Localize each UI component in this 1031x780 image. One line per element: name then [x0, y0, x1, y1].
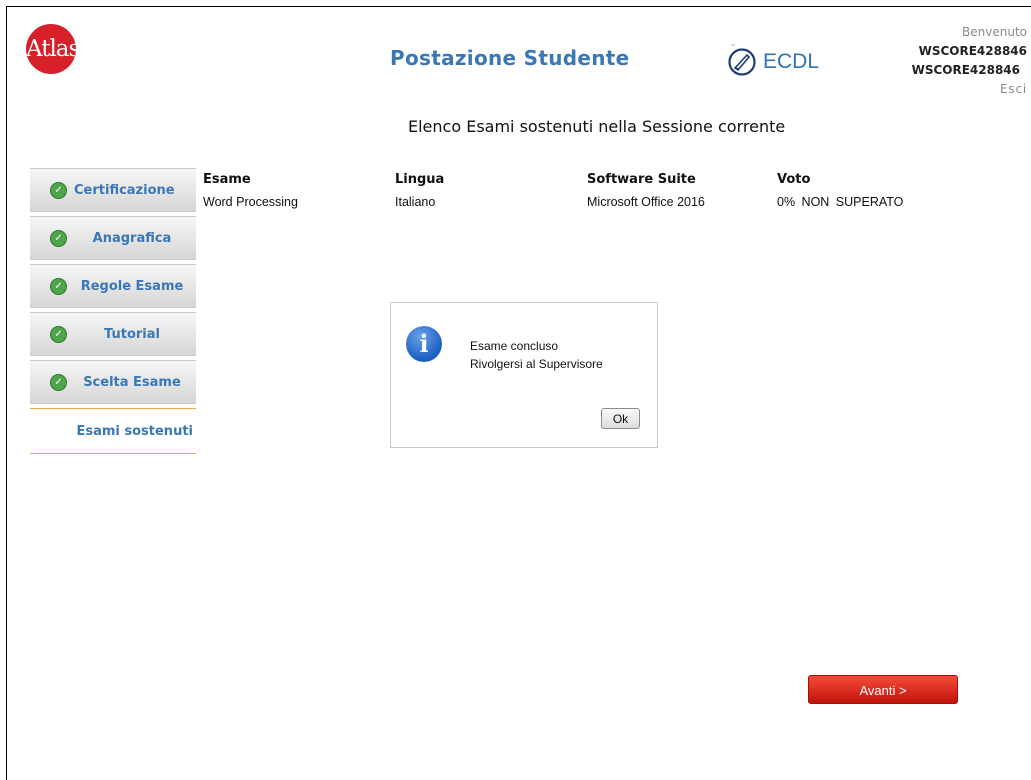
check-icon: ✓ [50, 374, 67, 391]
cell-software-suite: Microsoft Office 2016 [587, 195, 705, 209]
column-header-software-suite: Software Suite [587, 171, 696, 187]
table-row: Word Processing Italiano Microsoft Offic… [203, 190, 937, 214]
trademark-mark: ™ [730, 44, 736, 51]
page-title: Postazione Studente [390, 46, 630, 70]
page-heading: Elenco Esami sostenuti nella Sessione co… [408, 117, 786, 136]
sidebar-item-regole-esame[interactable]: ✓ Regole Esame [30, 264, 196, 308]
dialog-message-line1: Esame concluso [470, 339, 559, 353]
cell-lingua: Italiano [395, 195, 436, 209]
logout-link[interactable]: Esci [912, 80, 1027, 99]
sidebar-item-label: Certificazione [74, 182, 175, 198]
ecdl-logo: ™ ECDL [727, 44, 819, 80]
sidebar-item-certificazione[interactable]: ✓ Certificazione [30, 168, 196, 212]
sidebar-item-anagrafica[interactable]: ✓ Anagrafica [30, 216, 196, 260]
column-header-voto: Voto [777, 171, 811, 187]
dialog-message-line2: Rivolgersi al Supervisore [470, 357, 603, 371]
welcome-text: Benvenuto [962, 25, 1027, 39]
user-id: WSCORE428846 [918, 44, 1027, 58]
check-icon: ✓ [50, 326, 67, 343]
user-id-secondary: WSCORE428846 [911, 63, 1020, 77]
table-header-row: Esame Lingua Software Suite Voto [203, 168, 937, 190]
sidebar-item-label: Scelta Esame [83, 374, 181, 390]
sidebar-item-label: Regole Esame [80, 278, 184, 294]
cell-voto: 0% NON SUPERATO [777, 195, 904, 209]
user-panel: Benvenuto WSCORE428846 WSCORE428846 Esci [912, 23, 1027, 99]
message-dialog: i Esame concluso Rivolgersi al Superviso… [390, 302, 658, 448]
ecdl-logo-text: ECDL [763, 50, 820, 73]
sidebar-item-esami-sostenuti[interactable]: Esami sostenuti [30, 408, 196, 454]
sidebar-item-scelta-esame[interactable]: ✓ Scelta Esame [30, 360, 196, 404]
column-header-esame: Esame [203, 171, 251, 187]
sidebar-item-tutorial[interactable]: ✓ Tutorial [30, 312, 196, 356]
info-icon: i [406, 326, 442, 362]
next-button[interactable]: Avanti > [808, 675, 958, 704]
column-header-lingua: Lingua [395, 171, 445, 187]
sidebar: ✓ Certificazione ✓ Anagrafica ✓ Regole E… [30, 168, 196, 454]
exams-table: Esame Lingua Software Suite Voto Word Pr… [203, 168, 937, 214]
ok-button[interactable]: Ok [601, 408, 640, 429]
ecdl-compass-icon [728, 48, 756, 76]
atlas-logo: Atlas [26, 24, 76, 74]
cell-esame: Word Processing [203, 195, 298, 209]
check-icon: ✓ [50, 230, 67, 247]
sidebar-item-label: Esami sostenuti [76, 423, 193, 439]
check-icon: ✓ [50, 278, 67, 295]
check-icon: ✓ [50, 182, 67, 199]
sidebar-item-label: Anagrafica [92, 230, 172, 246]
sidebar-item-label: Tutorial [104, 326, 160, 342]
